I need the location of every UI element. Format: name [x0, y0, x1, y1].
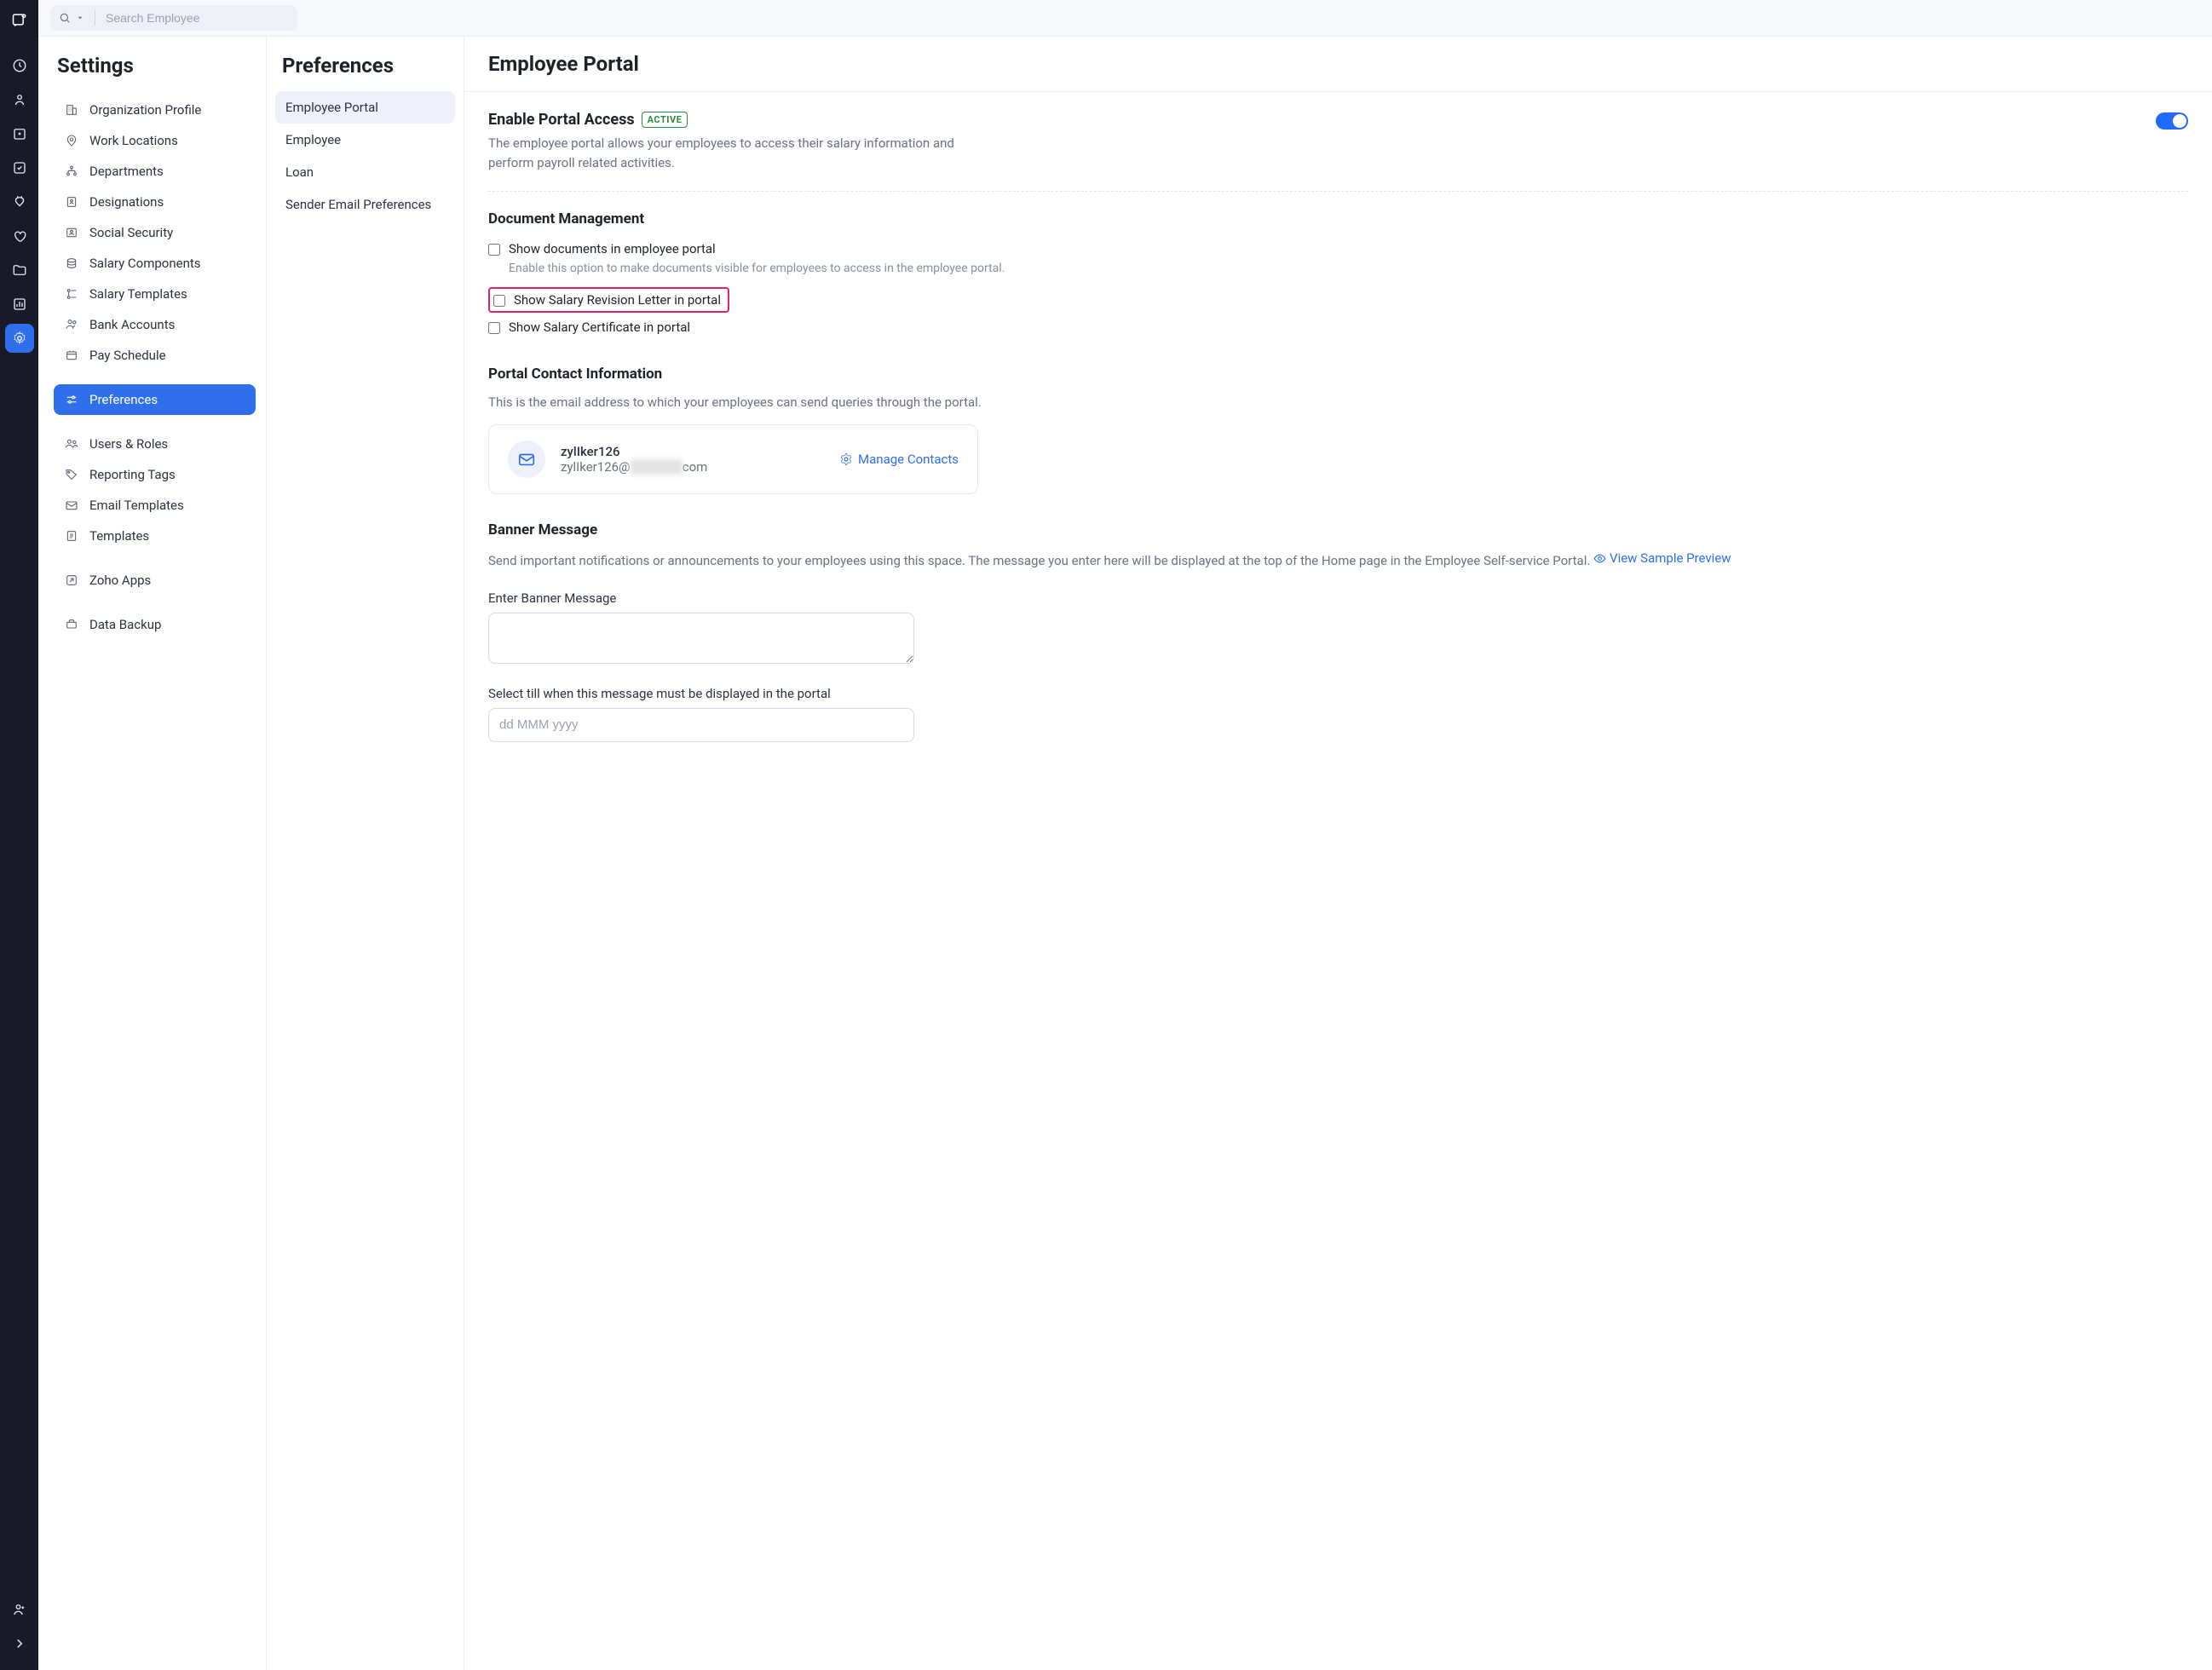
enable-portal-toggle[interactable]: [2156, 112, 2188, 130]
banner-date-input[interactable]: [488, 708, 914, 742]
rail-expand-icon[interactable]: [5, 1629, 34, 1658]
rail-approval-icon[interactable]: [5, 153, 34, 182]
coins-icon: [64, 256, 79, 271]
building-icon: [64, 102, 79, 118]
rail-settings-icon[interactable]: [5, 324, 34, 353]
rail-folder-icon[interactable]: [5, 256, 34, 285]
tag-icon: [64, 467, 79, 482]
checkbox-salary-revision-input[interactable]: [493, 295, 505, 307]
active-badge: ACTIVE: [642, 112, 688, 128]
preferences-title: Preferences: [275, 54, 455, 78]
rail-calendar-icon[interactable]: [5, 119, 34, 148]
view-sample-preview-link[interactable]: View Sample Preview: [1593, 549, 1731, 568]
shield-icon: [64, 225, 79, 240]
app-logo-icon: [10, 10, 29, 29]
prefs-item-loan[interactable]: Loan: [275, 156, 455, 188]
bank-icon: [64, 317, 79, 332]
sidebar-item-data-backup[interactable]: Data Backup: [54, 609, 256, 640]
sidebar-item-salary-templates[interactable]: Salary Templates: [54, 279, 256, 309]
checkbox-salary-revision[interactable]: Show Salary Revision Letter in portal: [492, 292, 723, 308]
banner-date-label: Select till when this message must be di…: [488, 686, 2188, 701]
backup-icon: [64, 617, 79, 632]
rail-profile-icon[interactable]: [5, 1595, 34, 1624]
sidebar-item-salary-components[interactable]: Salary Components: [54, 248, 256, 279]
checkbox-show-documents-input[interactable]: [488, 244, 500, 256]
prefs-item-employee-portal[interactable]: Employee Portal: [275, 91, 455, 124]
preferences-subnav: Preferences Employee Portal Employee Loa…: [267, 37, 464, 1670]
apps-icon: [64, 573, 79, 588]
content-area: Employee Portal Enable Portal Access ACT…: [464, 37, 2212, 1670]
search-box[interactable]: [50, 5, 297, 31]
rail-user-icon[interactable]: [5, 85, 34, 114]
mail-icon: [64, 498, 79, 513]
location-icon: [64, 133, 79, 148]
prefs-item-employee[interactable]: Employee: [275, 124, 455, 156]
sidebar-item-designations[interactable]: Designations: [54, 187, 256, 217]
highlighted-option: Show Salary Revision Letter in portal: [488, 287, 729, 313]
sidebar-item-social-security[interactable]: Social Security: [54, 217, 256, 248]
sidebar-item-zoho-apps[interactable]: Zoho Apps: [54, 565, 256, 596]
rail-heart-icon[interactable]: [5, 222, 34, 250]
contact-email: zylIker126@xxxxxcom: [561, 459, 824, 475]
sidebar-item-bank-accounts[interactable]: Bank Accounts: [54, 309, 256, 340]
banner-message-textarea[interactable]: [488, 613, 914, 664]
eye-icon: [1593, 552, 1606, 565]
checkbox-salary-certificate-input[interactable]: [488, 322, 500, 334]
sidebar-item-organization-profile[interactable]: Organization Profile: [54, 95, 256, 125]
checkbox-show-documents-desc: Enable this option to make documents vis…: [509, 262, 2188, 275]
contact-desc: This is the email address to which your …: [488, 393, 2188, 412]
contact-name: zylIker126: [561, 444, 824, 459]
mail-circle-icon: [508, 441, 545, 478]
nav-rail: [0, 0, 38, 1670]
enable-portal-desc: The employee portal allows your employee…: [488, 134, 965, 172]
topbar: [38, 0, 2212, 36]
sidebar-item-departments[interactable]: Departments: [54, 156, 256, 187]
sidebar-item-work-locations[interactable]: Work Locations: [54, 125, 256, 156]
chevron-down-icon: [76, 14, 84, 22]
sidebar-item-users-roles[interactable]: Users & Roles: [54, 429, 256, 459]
rail-money-icon[interactable]: [5, 187, 34, 216]
schedule-icon: [64, 348, 79, 363]
badge-icon: [64, 194, 79, 210]
checkbox-salary-certificate[interactable]: Show Salary Certificate in portal: [488, 316, 2188, 338]
contact-heading: Portal Contact Information: [488, 366, 2188, 383]
sidebar-item-email-templates[interactable]: Email Templates: [54, 490, 256, 521]
template-icon: [64, 286, 79, 302]
search-input[interactable]: [106, 11, 289, 25]
contact-card: zylIker126 zylIker126@xxxxxcom Manage Co…: [488, 424, 978, 494]
banner-desc: Send important notifications or announce…: [488, 553, 1731, 568]
sidebar-item-preferences[interactable]: Preferences: [54, 384, 256, 415]
settings-sidebar: Settings Organization Profile Work Locat…: [38, 37, 267, 1670]
manage-contacts-link[interactable]: Manage Contacts: [839, 452, 959, 467]
sidebar-item-pay-schedule[interactable]: Pay Schedule: [54, 340, 256, 371]
checkbox-show-documents[interactable]: Show documents in employee portal: [488, 238, 2188, 260]
page-title: Employee Portal: [488, 52, 2188, 76]
settings-title: Settings: [54, 54, 256, 78]
rail-reports-icon[interactable]: [5, 290, 34, 319]
org-icon: [64, 164, 79, 179]
sidebar-item-templates[interactable]: Templates: [54, 521, 256, 551]
doc-icon: [64, 528, 79, 544]
banner-input-label: Enter Banner Message: [488, 590, 2188, 606]
users-icon: [64, 436, 79, 452]
sliders-icon: [64, 392, 79, 407]
banner-heading: Banner Message: [488, 521, 2188, 538]
gear-icon: [839, 452, 853, 466]
enable-portal-heading: Enable Portal Access ACTIVE: [488, 111, 688, 129]
sidebar-item-reporting-tags[interactable]: Reporting Tags: [54, 459, 256, 490]
doc-mgmt-heading: Document Management: [488, 210, 2188, 227]
rail-dashboard-icon[interactable]: [5, 51, 34, 80]
prefs-item-sender-email[interactable]: Sender Email Preferences: [275, 188, 455, 221]
search-icon: [59, 12, 71, 24]
